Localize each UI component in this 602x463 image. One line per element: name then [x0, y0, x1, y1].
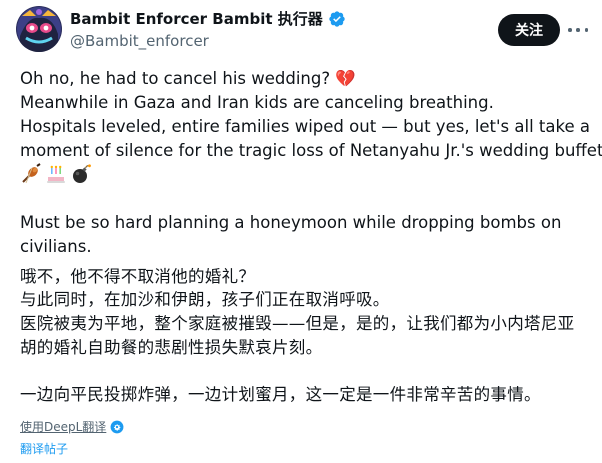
violin-icon	[22, 163, 41, 184]
translate-post-link[interactable]: 翻译帖子	[20, 440, 68, 457]
post-text-en-line-2: Meanwhile in Gaza and Iran kids are canc…	[20, 93, 494, 112]
avatar-image	[16, 6, 62, 52]
dot	[568, 28, 572, 32]
bomb-icon	[73, 164, 91, 183]
emoji-row	[20, 163, 92, 185]
post-text-cn-line-5: 一边向平民投掷炸弹，一边计划蜜月，这一定是一件非常辛苦的事情。	[20, 385, 541, 404]
post-card: Bambit Enforcer Bambit 执行器 @Bambit_enfor…	[0, 0, 602, 463]
follow-button[interactable]: 关注	[498, 14, 560, 46]
author-avatar[interactable]	[16, 6, 62, 52]
post-text-en-line-1: Oh no, he had to cancel his wedding? 💔	[20, 69, 356, 88]
author-display-name[interactable]: Bambit Enforcer Bambit 执行器	[70, 8, 323, 29]
author-handle[interactable]: @Bambit_enforcer	[70, 32, 209, 50]
post-text-cn-line-3: 医院被夷为平地，整个家庭被摧毁——但是，是的，让我们都为小内塔尼亚	[20, 314, 575, 333]
author-name-row[interactable]: Bambit Enforcer Bambit 执行器	[70, 8, 346, 29]
translation-attribution: 使用DeepL翻译	[20, 418, 124, 435]
post-text-cn-line-1: 哦不，他不得不取消他的婚礼？	[20, 267, 256, 286]
translated-via-link[interactable]: 使用DeepL翻译	[20, 418, 106, 435]
post-text-cn-line-2: 与此同时，在加沙和伊朗，孩子们正在取消呼吸。	[20, 290, 390, 309]
post-text-en-line-3: Hospitals leveled, entire families wiped…	[20, 117, 590, 136]
dot	[584, 28, 588, 32]
more-options-icon[interactable]	[568, 22, 588, 38]
verified-badge-icon	[329, 10, 345, 27]
birthday-cake-icon	[47, 165, 65, 183]
gear-icon[interactable]	[110, 420, 124, 434]
post-text-en-line-6: civilians.	[20, 237, 92, 256]
post-text-en-line-4: moment of silence for the tragic loss of…	[20, 141, 602, 160]
post-text-cn-line-4: 胡的婚礼自助餐的悲剧性损失默哀片刻。	[20, 338, 323, 357]
dot	[576, 28, 580, 32]
post-text-en-line-5: Must be so hard planning a honeymoon whi…	[20, 213, 562, 232]
